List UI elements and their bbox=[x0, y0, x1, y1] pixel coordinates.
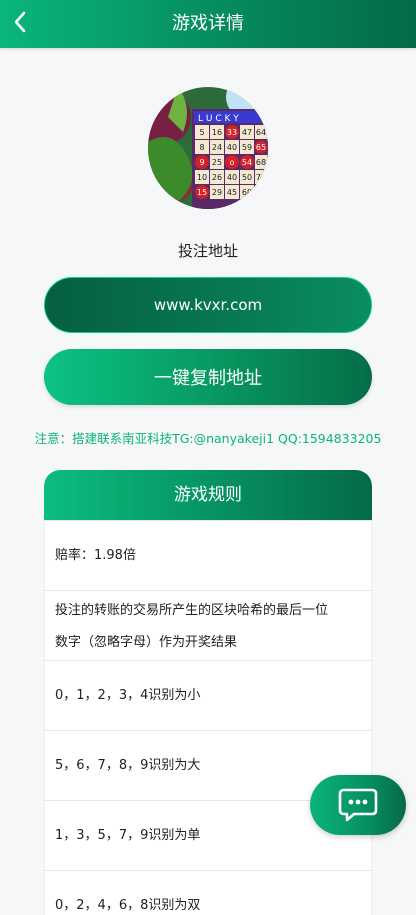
rule-description-line-1: 投注的转账的交易所产生的区块哈希的最后一位 bbox=[55, 603, 329, 618]
top-header: 游戏详情 bbox=[0, 0, 416, 48]
rule-description: 投注的转账的交易所产生的区块哈希的最后一位 数字（忽略字母）作为开奖结果 bbox=[44, 590, 372, 660]
svg-text:68: 68 bbox=[256, 158, 266, 167]
svg-text:45: 45 bbox=[227, 188, 237, 197]
svg-text:54: 54 bbox=[242, 158, 252, 167]
svg-text:16: 16 bbox=[212, 128, 222, 137]
svg-text:L U C K Y: L U C K Y bbox=[198, 114, 239, 124]
svg-text:73: 73 bbox=[256, 173, 266, 182]
svg-text:47: 47 bbox=[242, 128, 252, 137]
svg-text:66: 66 bbox=[256, 188, 266, 197]
svg-text:5: 5 bbox=[199, 128, 204, 137]
rule-odds: 赔率：1.98倍 bbox=[44, 520, 372, 590]
chat-button[interactable] bbox=[310, 775, 406, 835]
rule-small: 0，1，2，3，4识别为小 bbox=[44, 660, 372, 730]
copy-address-button[interactable]: 一键复制地址 bbox=[44, 349, 372, 405]
bet-address-label: 投注地址 bbox=[177, 242, 238, 260]
svg-text:40: 40 bbox=[227, 173, 237, 182]
page-title: 游戏详情 bbox=[172, 13, 244, 34]
svg-text:29: 29 bbox=[212, 188, 222, 197]
contact-notice: 注意：搭建联系南亚科技TG:@nanyakeji1 QQ:1594833205 bbox=[34, 431, 382, 446]
svg-text:24: 24 bbox=[212, 143, 222, 152]
svg-text:9: 9 bbox=[199, 158, 204, 167]
svg-text:64: 64 bbox=[256, 128, 266, 137]
game-rules-card: 游戏规则 赔率：1.98倍 投注的转账的交易所产生的区块哈希的最后一位 数字（忽… bbox=[44, 470, 372, 915]
svg-text:33: 33 bbox=[227, 128, 237, 137]
svg-text:26: 26 bbox=[212, 173, 222, 182]
game-image: L U C K Y 5 16 33 47 64 8 24 40 59 65 9 … bbox=[148, 87, 268, 209]
svg-text:40: 40 bbox=[227, 143, 237, 152]
svg-text:25: 25 bbox=[212, 158, 222, 167]
rule-even: 0，2，4，6，8识别为双 bbox=[44, 870, 372, 915]
svg-text:60: 60 bbox=[242, 188, 252, 197]
bet-address-field[interactable]: www.kvxr.com bbox=[44, 277, 372, 333]
svg-text:8: 8 bbox=[199, 143, 204, 152]
svg-text:59: 59 bbox=[242, 143, 252, 152]
svg-text:65: 65 bbox=[256, 143, 266, 152]
rules-title: 游戏规则 bbox=[44, 470, 372, 520]
chat-bubble-icon bbox=[338, 788, 378, 822]
svg-text:15: 15 bbox=[197, 188, 207, 197]
rule-description-line-2: 数字（忽略字母）作为开奖结果 bbox=[55, 635, 238, 650]
svg-text:o: o bbox=[230, 158, 235, 167]
svg-text:50: 50 bbox=[242, 173, 252, 182]
svg-text:10: 10 bbox=[197, 173, 207, 182]
